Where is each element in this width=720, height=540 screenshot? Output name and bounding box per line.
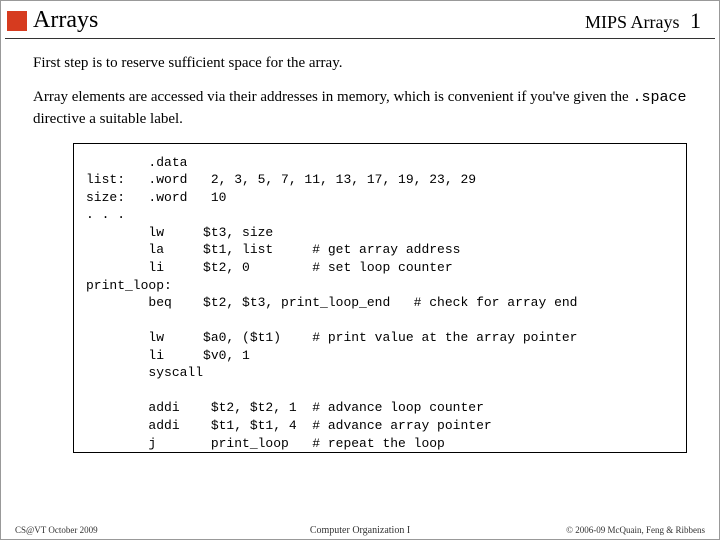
paragraph-1: First step is to reserve sufficient spac… <box>33 53 687 73</box>
code-block: .data list: .word 2, 3, 5, 7, 11, 13, 17… <box>73 143 687 453</box>
page-number: 1 <box>690 8 701 33</box>
header-right: MIPS Arrays 1 <box>585 8 701 34</box>
footer: CS@VT October 2009 Computer Organization… <box>1 525 719 535</box>
footer-left: CS@VT October 2009 <box>15 525 98 535</box>
paragraph-2: Array elements are accessed via their ad… <box>33 87 687 129</box>
footer-center: Computer Organization I <box>310 525 410 536</box>
slide-title: Arrays <box>33 7 98 34</box>
inline-code: .space <box>632 89 686 106</box>
paragraph-2a: Array elements are accessed via their ad… <box>33 89 632 105</box>
footer-right: © 2006-09 McQuain, Feng & Ribbens <box>566 525 705 535</box>
paragraph-2b: directive a suitable label. <box>33 111 183 127</box>
header: Arrays MIPS Arrays 1 <box>1 1 719 38</box>
slide-body: First step is to reserve sufficient spac… <box>5 38 715 478</box>
slide-page: Arrays MIPS Arrays 1 First step is to re… <box>0 0 720 540</box>
header-left: Arrays <box>7 7 98 34</box>
bullet-icon <box>7 11 27 31</box>
slide-subtitle: MIPS Arrays <box>585 12 680 32</box>
